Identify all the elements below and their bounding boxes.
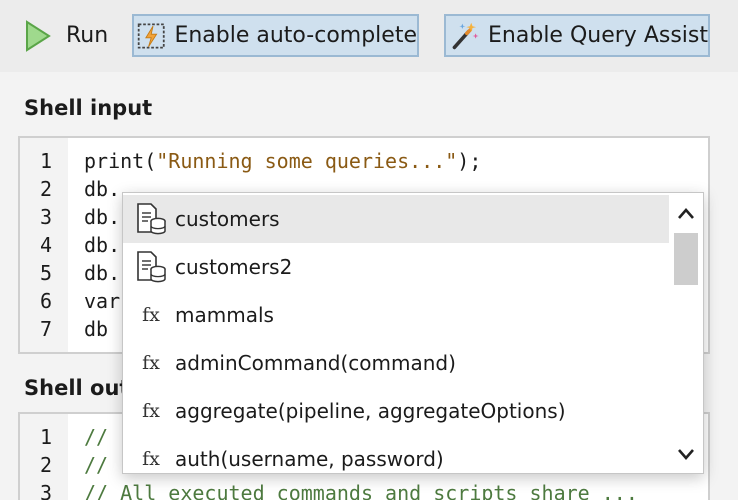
- line-number: 3: [39, 205, 52, 229]
- code-text: db.: [84, 231, 120, 259]
- line-number: 2: [39, 453, 52, 477]
- code-text: db.: [84, 175, 120, 203]
- autocomplete-scrollbar[interactable]: [669, 193, 703, 473]
- code-text: db.: [84, 259, 120, 287]
- collection-icon: [131, 249, 171, 285]
- autocomplete-item-label: aggregate(pipeline, aggregateOptions): [175, 399, 566, 423]
- chevron-down-icon[interactable]: [676, 446, 696, 462]
- line-number: 3: [39, 481, 52, 500]
- code-text: print("Running some queries...");: [84, 147, 481, 175]
- comment-text: //: [84, 425, 109, 449]
- function-icon: fx: [142, 304, 160, 326]
- autocomplete-item[interactable]: fx aggregate(pipeline, aggregateOptions): [123, 387, 671, 435]
- function-icon: fx: [142, 352, 160, 374]
- code-token: db.: [84, 205, 121, 229]
- autocomplete-item[interactable]: customers: [123, 195, 671, 243]
- run-label: Run: [66, 23, 109, 48]
- code-token: db.: [84, 233, 121, 257]
- autocomplete-item-label: customers: [175, 207, 280, 231]
- comment-text: //: [84, 453, 109, 477]
- autocomplete-item[interactable]: customers2: [123, 243, 671, 291]
- autocomplete-item-label: adminCommand(command): [175, 351, 456, 375]
- autocomplete-item[interactable]: fx mammals: [123, 291, 671, 339]
- query-assist-label: Enable Query Assist: [488, 23, 708, 48]
- code-token: db: [84, 317, 109, 341]
- chevron-up-icon[interactable]: [676, 206, 696, 222]
- shell-input-title: Shell input: [24, 96, 153, 120]
- enable-autocomplete-toggle[interactable]: Enable auto-complete: [132, 14, 419, 57]
- comment-text: // All executed commands and scripts sha…: [84, 481, 638, 500]
- play-icon: [26, 19, 51, 52]
- scrollbar-thumb[interactable]: [674, 233, 698, 285]
- code-line: 1 print("Running some queries...");: [20, 147, 708, 175]
- output-line: 3 // All executed commands and scripts sh…: [20, 479, 708, 500]
- autocomplete-item-label: mammals: [175, 303, 274, 327]
- code-token: db.: [84, 177, 121, 201]
- line-number: 1: [39, 149, 52, 173]
- line-number: 6: [39, 289, 52, 313]
- line-number: 4: [39, 233, 52, 257]
- code-token: print(: [84, 149, 157, 173]
- collection-icon: [131, 201, 171, 237]
- autocomplete-icon: [137, 22, 165, 49]
- line-number: 7: [39, 317, 52, 341]
- function-icon: fx: [142, 448, 160, 470]
- autocomplete-item-label: customers2: [175, 255, 293, 279]
- code-token: var: [84, 289, 121, 313]
- magic-wand-icon: [452, 22, 479, 49]
- code-text: db.: [84, 203, 120, 231]
- run-button[interactable]: Run: [24, 14, 114, 57]
- code-text: var: [84, 287, 120, 315]
- autocomplete-item[interactable]: fx adminCommand(command): [123, 339, 671, 387]
- code-text: db: [84, 315, 108, 343]
- code-token: );: [457, 149, 482, 173]
- autocomplete-item-label: auth(username, password): [175, 447, 444, 471]
- enable-query-assist-toggle[interactable]: Enable Query Assist: [444, 14, 710, 57]
- autocomplete-label: Enable auto-complete: [174, 23, 417, 48]
- autocomplete-item[interactable]: fx auth(username, password): [123, 435, 671, 473]
- string-literal: "Running some queries...": [156, 149, 458, 173]
- code-token: db.: [84, 261, 121, 285]
- line-number: 2: [39, 177, 52, 201]
- toolbar: Run Enable auto-complete Enable Query As…: [0, 0, 738, 72]
- autocomplete-popup[interactable]: customers customers2 fx mammals fx adminComma…: [122, 192, 704, 474]
- line-number: 1: [39, 425, 52, 449]
- line-number: 5: [39, 261, 52, 285]
- shell-output-title: Shell out: [24, 376, 130, 400]
- function-icon: fx: [142, 400, 160, 422]
